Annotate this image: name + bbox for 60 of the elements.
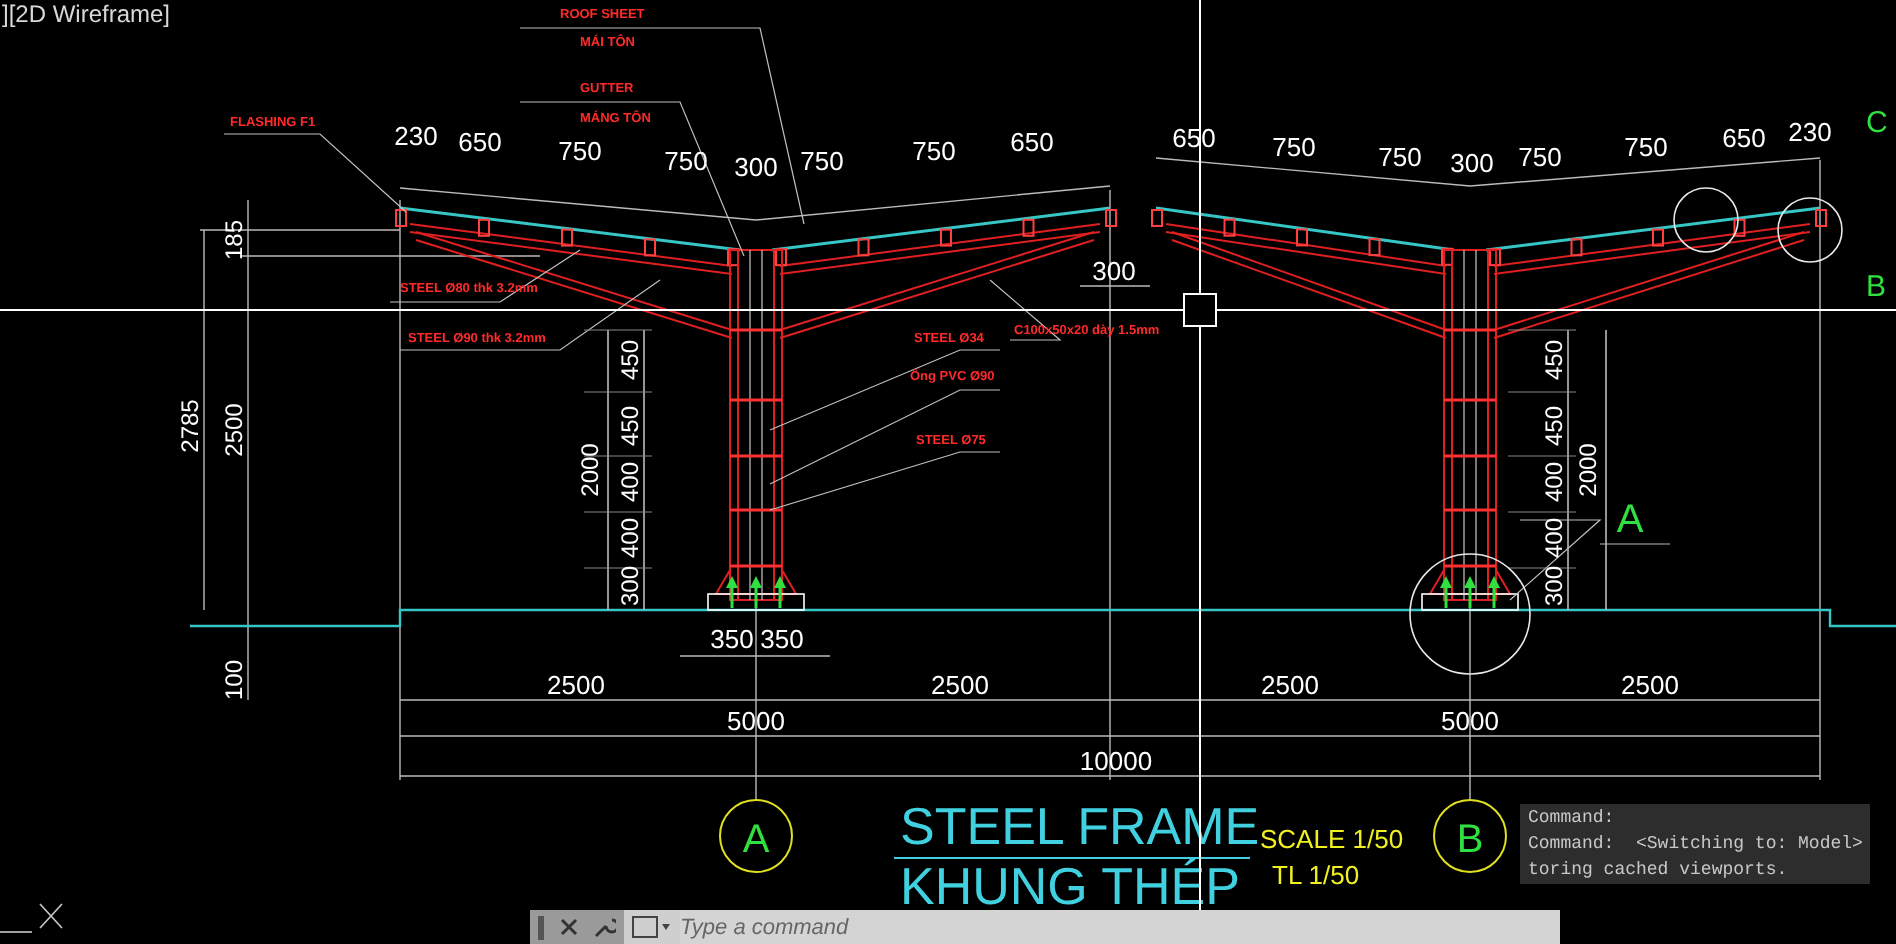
dimension-label: 2000 <box>1574 443 1602 497</box>
dimension-label: 750 <box>1272 132 1316 163</box>
dimension-label: 10000 <box>1079 746 1153 776</box>
dimension-label: 2500 <box>547 670 605 700</box>
dimension-label: 450 <box>616 339 644 381</box>
dimension-label: 650 <box>458 127 502 158</box>
grip-icon[interactable] <box>538 915 544 939</box>
grid-label: A <box>742 818 770 862</box>
command-input[interactable]: Type a command <box>680 910 1560 944</box>
dimension-label: 750 <box>800 146 844 177</box>
dimension-label: 400 <box>616 461 644 503</box>
dimension-label: 100 <box>220 659 248 701</box>
dimension-label: 300 <box>1092 256 1136 286</box>
dimension-label: 2500 <box>220 403 248 457</box>
dimension-label: 650 <box>1010 127 1054 158</box>
dimension-label: 750 <box>558 136 602 167</box>
dimension-label: 5000 <box>727 706 785 736</box>
dimension-label: 2500 <box>1261 670 1319 700</box>
dimension-label: 2785 <box>176 399 204 453</box>
grid-bubble <box>1433 799 1507 873</box>
dimension-label: 230 <box>394 121 438 152</box>
dimension-label: 750 <box>912 136 956 166</box>
command-history-line: Command: <box>1528 806 1617 830</box>
grid-bubble <box>719 799 793 873</box>
close-icon[interactable] <box>560 918 578 936</box>
dimension-label: 300 <box>616 565 644 607</box>
dimension-label: 750 <box>664 145 708 176</box>
dimension-label: 750 <box>1378 141 1422 172</box>
dimension-label: 450 <box>616 405 644 447</box>
dimension-label: 350 <box>760 624 804 654</box>
scale-label: SCALE 1/50 <box>1260 824 1404 854</box>
dimension-label: 750 <box>1624 132 1668 163</box>
dimension-label: 300 <box>734 152 778 182</box>
dimension-label: 400 <box>1540 517 1568 559</box>
section-label: B <box>1866 270 1887 304</box>
grid-label: B <box>1456 818 1484 862</box>
dimension-label: 750 <box>1518 141 1562 172</box>
dimension-label: 300 <box>1450 147 1494 178</box>
dimension-label: 450 <box>1540 339 1568 381</box>
dimension-label: 350 <box>710 624 754 654</box>
dimension-label: 450 <box>1540 405 1568 447</box>
dimension-label: 2500 <box>931 670 989 700</box>
prompt-icon[interactable] <box>632 916 672 938</box>
viewport-label[interactable]: ][2D Wireframe] <box>2 2 171 26</box>
dimension-label: 185 <box>220 219 248 261</box>
section-label: A <box>1616 498 1644 542</box>
ucs-icon <box>0 903 63 933</box>
command-history-line: Command: <Switching to: Model> <box>1528 832 1863 856</box>
dimension-label: 400 <box>1540 461 1568 503</box>
section-label: C <box>1866 106 1888 140</box>
dimension-label: 2500 <box>1621 670 1679 700</box>
dimension-label: 2000 <box>576 443 604 497</box>
wrench-icon[interactable] <box>594 916 616 938</box>
dimension-label: 400 <box>616 517 644 559</box>
dimension-label: 650 <box>1722 123 1766 154</box>
command-history-line: toring cached viewports. <box>1528 858 1790 882</box>
scale-label: TL 1/50 <box>1272 860 1360 890</box>
dimension-label: 5000 <box>1441 706 1499 736</box>
dimension-label: 230 <box>1788 117 1832 148</box>
dimension-label: 300 <box>1540 565 1568 607</box>
